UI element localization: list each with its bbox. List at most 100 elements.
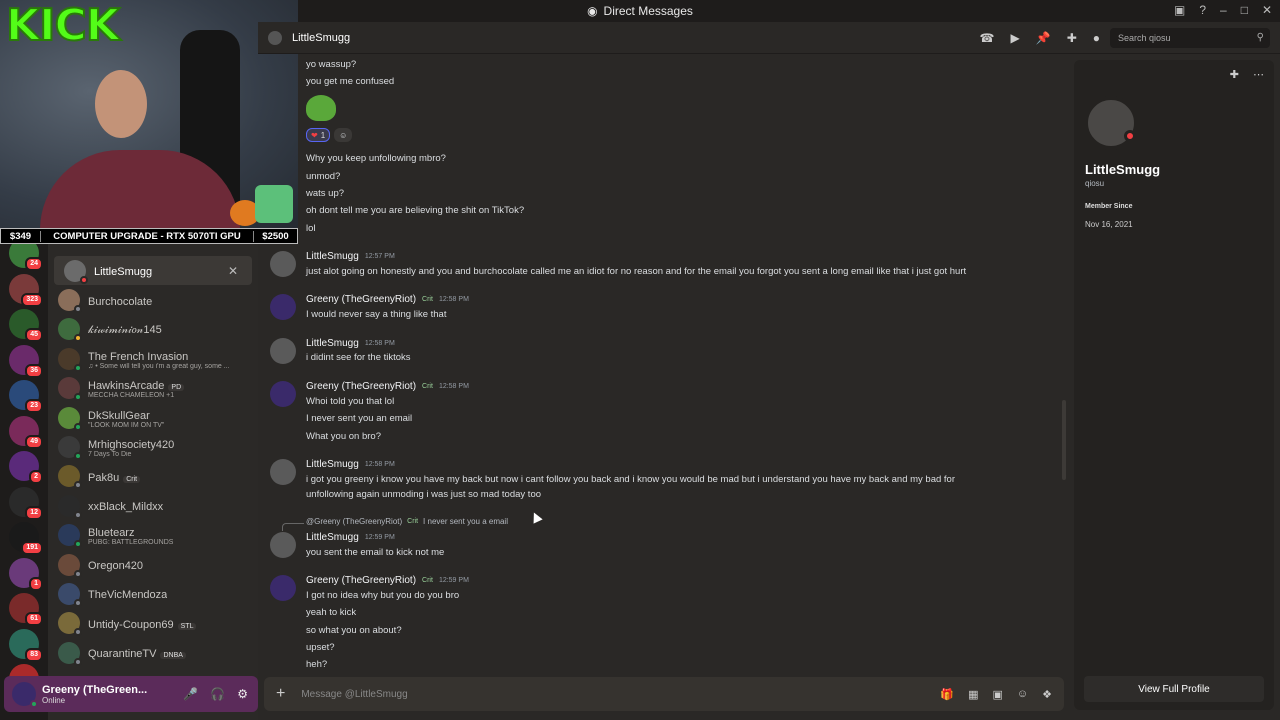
more-icon[interactable]: ⋯	[1253, 68, 1264, 81]
close-icon[interactable]: ✕	[228, 264, 238, 278]
message-author[interactable]: Greeny (TheGreenyRiot)	[306, 575, 416, 586]
dm-name-row: Pak8u Crit	[88, 469, 141, 484]
message-author[interactable]: Greeny (TheGreenyRiot)	[306, 294, 416, 305]
video-icon[interactable]: ▶	[1011, 31, 1020, 45]
avatar[interactable]	[270, 381, 296, 407]
message-author[interactable]: LittleSmugg	[306, 459, 359, 470]
gift-icon[interactable]: 🎁	[940, 688, 954, 701]
dm-item[interactable]: Mrhighsociety420 7 Days To Die	[48, 432, 258, 461]
avatar	[58, 377, 82, 402]
webcam-overlay: KICK	[0, 0, 298, 228]
dm-item[interactable]: The French Invasion ♫ • Some will tell yo…	[48, 344, 258, 373]
plus-icon[interactable]: +	[276, 685, 285, 703]
search-icon: ⚲	[1256, 32, 1264, 43]
sticker-icon[interactable]: ▣	[992, 688, 1002, 701]
smile-icon: ☺	[339, 130, 348, 140]
search-input[interactable]: Search qiosu ⚲	[1110, 27, 1270, 48]
server-icon[interactable]: 191	[9, 522, 43, 555]
message-author[interactable]: LittleSmugg	[306, 251, 359, 262]
dm-name: Bluetearz	[88, 527, 135, 540]
server-icon[interactable]: 83	[9, 628, 43, 662]
add-friend-icon[interactable]: ✚	[1067, 31, 1077, 45]
dm-text: HawkinsArcade PD MECCHA CHAMELEON +1	[88, 377, 185, 399]
message-author[interactable]: LittleSmugg	[306, 338, 359, 349]
dm-item[interactable]: LittleSmugg ✕	[54, 256, 252, 286]
server-icon[interactable]: 12	[9, 486, 43, 520]
dm-activity: PUBG: BATTLEGROUNDS	[88, 539, 174, 547]
dm-item[interactable]: xxBlack_Mildxx	[48, 491, 258, 520]
dm-item[interactable]: Burchocolate	[48, 285, 258, 314]
headphones-icon[interactable]: 🎧	[210, 687, 225, 701]
role-tag: Crit	[422, 296, 433, 303]
add-reaction-button[interactable]: ☺	[334, 128, 353, 142]
message-timestamp: 12:58 PM	[364, 461, 395, 468]
profile-username: qiosu	[1085, 179, 1105, 188]
message-header: LittleSmugg 12:58 PM	[306, 338, 395, 349]
message-line: unfollowing again unmoding i was just so…	[306, 489, 542, 500]
gear-icon[interactable]: ⚙	[237, 687, 248, 701]
avatar[interactable]	[270, 532, 296, 558]
dm-item[interactable]: Pak8u Crit	[48, 462, 258, 491]
dm-item[interactable]: Untidy-Coupon69 STL	[48, 609, 258, 638]
dm-text: xxBlack_Mildxx	[88, 498, 163, 513]
dm-name-row: HawkinsArcade PD	[88, 377, 185, 392]
dm-item[interactable]: TheVicMendoza	[48, 579, 258, 608]
reply-reference[interactable]: @Greeny (TheGreenyRiot) Crit I never sen…	[306, 517, 508, 526]
inbox-icon[interactable]: ▣	[1174, 3, 1185, 17]
add-friend-icon[interactable]: ✚	[1230, 68, 1239, 81]
dm-item[interactable]: QuarantineTV DNBA	[48, 638, 258, 667]
dm-name: Mrhighsociety420	[88, 439, 175, 452]
dm-item[interactable]: HawkinsArcade PD MECCHA CHAMELEON +1	[48, 374, 258, 403]
server-icon[interactable]: 49	[9, 415, 43, 449]
goal-title: COMPUTER UPGRADE - RTX 5070TI GPU	[53, 230, 241, 242]
gif-icon[interactable]: ▦	[968, 688, 978, 701]
reaction-heart[interactable]: ❤ 1	[306, 128, 331, 142]
server-icon[interactable]: 61	[9, 593, 43, 626]
avatar[interactable]	[12, 682, 38, 708]
server-icon[interactable]: 323	[9, 273, 43, 307]
close-window-icon[interactable]: ✕	[1262, 3, 1272, 17]
minimize-icon[interactable]: –	[1220, 3, 1227, 17]
microphone-icon[interactable]: 🎤	[183, 687, 198, 701]
user-profile-icon[interactable]: ●	[1093, 31, 1100, 45]
message-author[interactable]: Greeny (TheGreenyRiot)	[306, 381, 416, 392]
role-tag: Crit	[422, 577, 433, 584]
dm-item[interactable]: DkSkullGear "LOOK MOM IM ON TV"	[48, 403, 258, 432]
avatar[interactable]	[270, 251, 296, 277]
avatar	[58, 553, 82, 578]
view-full-profile-button[interactable]: View Full Profile	[1084, 676, 1264, 702]
message-line: i got you greeny i know you have my back…	[306, 474, 956, 485]
server-icon[interactable]: 45	[9, 309, 43, 342]
help-icon[interactable]: ?	[1199, 3, 1206, 17]
reply-text: I never sent you a email	[423, 517, 508, 526]
maximize-icon[interactable]: □	[1241, 3, 1248, 17]
server-icon[interactable]: 23	[9, 380, 43, 413]
chat-scrollbar[interactable]	[1062, 400, 1066, 480]
apps-icon[interactable]: ❖	[1042, 688, 1052, 701]
dm-item[interactable]: Oregon420	[48, 550, 258, 579]
emoji-icon[interactable]: ☺	[1017, 688, 1028, 701]
avatar[interactable]	[270, 459, 296, 485]
dm-name: xxBlack_Mildxx	[88, 501, 164, 514]
avatar[interactable]	[1084, 96, 1138, 150]
server-icon[interactable]: 36	[9, 344, 43, 378]
message-input[interactable]: + Message @LittleSmugg 🎁 ▦ ▣ ☺ ❖	[264, 677, 1064, 711]
message-line: lol	[306, 223, 316, 234]
server-icon[interactable]: 1	[9, 557, 43, 591]
avatar[interactable]	[270, 294, 296, 320]
phone-icon[interactable]: ☎	[980, 31, 995, 45]
frog-emoji	[306, 95, 336, 121]
dm-name-row: The French Invasion	[88, 348, 230, 363]
avatar[interactable]	[270, 575, 296, 601]
dm-item[interactable]: 𝓀𝒾𝓌𝒾𝓂𝒾𝓃𝒾𝑜𝓃145	[48, 315, 258, 344]
server-icon[interactable]: 2	[9, 451, 43, 484]
avatar	[58, 318, 82, 343]
unread-badge: 24	[25, 257, 43, 271]
dm-name-row: DkSkullGear	[88, 407, 164, 422]
message-author[interactable]: LittleSmugg	[306, 532, 359, 543]
dm-activity: ♫ • Some will tell you i'm a great guy, …	[88, 362, 230, 370]
avatar[interactable]	[270, 338, 296, 364]
avatar	[58, 494, 82, 519]
dm-item[interactable]: Bluetearz PUBG: BATTLEGROUNDS	[48, 521, 258, 550]
pin-icon[interactable]: 📌	[1036, 31, 1051, 45]
